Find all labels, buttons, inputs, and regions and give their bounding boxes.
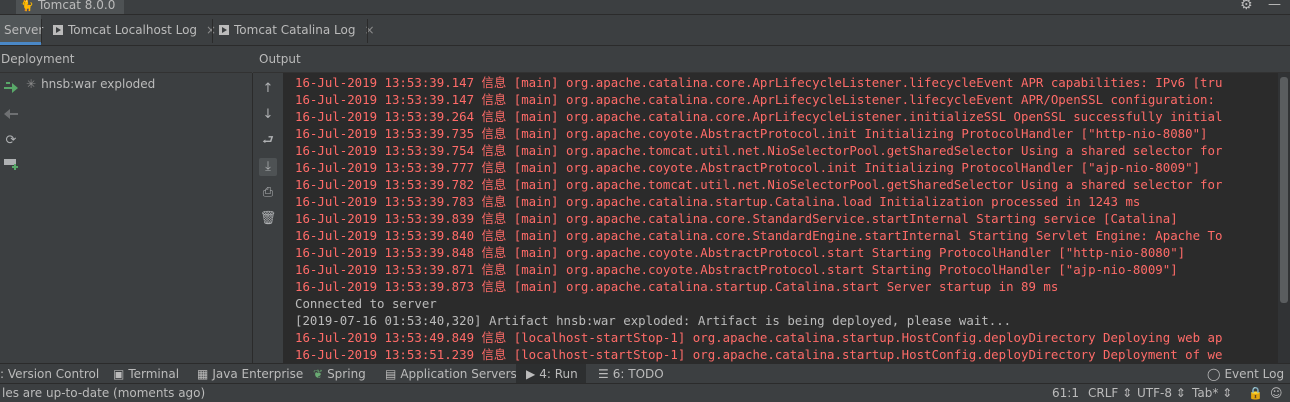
title-bar: 🐈 Tomcat 8.0.0 ⚙ —	[0, 0, 1290, 15]
run-tab-strip: Server Tomcat Localhost Log× Tomcat Cata…	[0, 15, 1290, 46]
tab-todo[interactable]: ☰ 6: TODO	[598, 364, 664, 384]
indent-setting[interactable]: Tab* ⇕	[1192, 384, 1232, 402]
deploy-all-icon[interactable]	[2, 80, 20, 98]
line-separator[interactable]: CRLF ⇕	[1088, 384, 1132, 402]
soft-wrap-icon[interactable]: ⮐	[259, 132, 277, 150]
tab-localhost-label: Tomcat Localhost Log	[68, 23, 198, 37]
status-message[interactable]: les are up-to-date (moments ago)	[2, 384, 205, 402]
tool-window-bar: : Version Control ▣ Terminal ▦ Java Enterp…	[0, 363, 1290, 384]
console-line: 16-Jul-2019 13:53:39.735 信息 [main] org.a…	[295, 126, 1208, 141]
deployment-header: Deployment	[0, 46, 252, 73]
output-header-label: Output	[259, 52, 301, 66]
console-line: 16-Jul-2019 13:53:39.147 信息 [main] org.a…	[295, 92, 1215, 107]
console-line: 16-Jul-2019 13:53:39.839 信息 [main] org.a…	[295, 211, 1178, 226]
tab-tomcat-catalina-log[interactable]: Tomcat Catalina Log ×	[219, 15, 375, 45]
tab-terminal-label: Terminal	[128, 367, 180, 381]
file-encoding[interactable]: UTF-8 ⇕	[1137, 384, 1186, 402]
output-header: Output	[253, 46, 1290, 73]
java-enterprise-icon: ▦	[197, 367, 209, 381]
lock-icon[interactable]: 🔒	[1248, 384, 1263, 402]
tab-java-enterprise[interactable]: ▦ Java Enterprise	[197, 364, 303, 384]
deployment-toolbar: ⟳	[0, 73, 22, 363]
deployment-panel: ✳ hnsb:war exploded	[22, 73, 253, 363]
tab-spring-label: Spring	[327, 367, 366, 381]
tab-divider	[212, 19, 213, 43]
scroll-down-icon[interactable]: ↓	[259, 106, 277, 124]
inspector-icon[interactable]: ☺	[1270, 384, 1283, 402]
server-icon: ▤	[385, 367, 397, 381]
console-line: 16-Jul-2019 13:53:49.849 信息 [localhost-s…	[295, 330, 1223, 345]
console-scrollbar[interactable]	[1278, 73, 1290, 363]
tomcat-icon: 🐈	[20, 0, 34, 12]
deploy-panel-icon[interactable]	[2, 156, 20, 174]
spring-icon: ❦	[313, 367, 324, 381]
console-line: 16-Jul-2019 13:53:39.147 信息 [main] org.a…	[295, 75, 1223, 90]
minimize-icon[interactable]: —	[1268, 0, 1281, 13]
run-icon: ▶	[526, 367, 536, 381]
tab-run-label: 4: Run	[539, 367, 578, 381]
scrollbar-thumb[interactable]	[1280, 77, 1288, 303]
deployment-header-label: Deployment	[1, 52, 75, 66]
tab-server[interactable]: Server	[0, 15, 44, 45]
undeploy-icon[interactable]	[2, 106, 20, 124]
console-line: 16-Jul-2019 13:53:51.239 信息 [localhost-s…	[295, 347, 1223, 362]
tab-terminal[interactable]: ▣ Terminal	[113, 364, 179, 384]
run-config-label: Tomcat 8.0.0	[38, 0, 116, 12]
event-log-icon: ◯	[1207, 367, 1221, 381]
scroll-up-icon[interactable]: ↑	[259, 80, 277, 98]
deployment-item-label: hnsb:war exploded	[41, 77, 156, 91]
console-line: 16-Jul-2019 13:53:39.873 信息 [main] org.a…	[295, 279, 1059, 294]
trash-icon[interactable]: 🗑	[259, 210, 277, 228]
tab-version-control[interactable]: : Version Control	[0, 364, 99, 384]
todo-list-icon: ☰	[598, 367, 609, 381]
tab-catalina-label: Tomcat Catalina Log	[234, 23, 356, 37]
console-line: 16-Jul-2019 13:53:39.840 信息 [main] org.a…	[295, 228, 1223, 243]
tab-run[interactable]: ▶ 4: Run	[516, 364, 586, 384]
refresh-icon[interactable]: ⟳	[2, 132, 20, 150]
tab-divider	[367, 19, 368, 43]
console-line: 16-Jul-2019 13:53:39.782 信息 [main] org.a…	[295, 177, 1223, 192]
log-icon	[219, 25, 229, 35]
console-line: 16-Jul-2019 13:53:39.754 信息 [main] org.a…	[295, 143, 1223, 158]
close-icon[interactable]: ×	[364, 23, 374, 37]
loading-spinner-icon: ✳	[26, 77, 37, 91]
tab-event-log[interactable]: ◯ Event Log	[1207, 364, 1284, 384]
tab-application-servers-label: Application Servers	[400, 367, 517, 381]
tab-java-enterprise-label: Java Enterprise	[212, 367, 304, 381]
tab-event-log-label: Event Log	[1224, 367, 1285, 381]
console-output[interactable]: 16-Jul-2019 13:53:39.147 信息 [main] org.a…	[284, 73, 1278, 363]
console-line: 16-Jul-2019 13:53:39.783 信息 [main] org.a…	[295, 194, 1141, 209]
tab-tomcat-localhost-log[interactable]: Tomcat Localhost Log×	[53, 15, 216, 45]
deployment-item[interactable]: ✳ hnsb:war exploded	[26, 75, 155, 93]
gear-icon[interactable]: ⚙	[1240, 0, 1253, 13]
terminal-icon: ▣	[113, 367, 125, 381]
log-icon	[53, 25, 63, 35]
console-line: 16-Jul-2019 13:53:39.264 信息 [main] org.a…	[295, 109, 1223, 124]
scroll-to-end-icon[interactable]: ⤓	[259, 158, 277, 176]
run-config-tab[interactable]: 🐈 Tomcat 8.0.0	[16, 0, 124, 14]
console-line: 16-Jul-2019 13:53:39.777 信息 [main] org.a…	[295, 160, 1201, 175]
console-line: 16-Jul-2019 13:53:39.871 信息 [main] org.a…	[295, 262, 1178, 277]
tab-application-servers[interactable]: ▤ Application Servers	[385, 364, 517, 384]
status-bar: les are up-to-date (moments ago) 61:1 CR…	[0, 383, 1290, 402]
console-line: [2019-07-16 01:53:40,320] Artifact hnsb:…	[295, 313, 1012, 328]
tab-server-label: Server	[4, 23, 44, 37]
caret-position[interactable]: 61:1	[1052, 384, 1079, 402]
tab-version-control-label: : Version Control	[0, 367, 100, 381]
tab-todo-label: 6: TODO	[612, 367, 664, 381]
print-icon[interactable]: ⎙	[259, 184, 277, 202]
output-toolbar: ↑ ↓ ⮐ ⤓ ⎙ 🗑	[253, 73, 284, 363]
tab-spring[interactable]: ❦ Spring	[313, 364, 366, 384]
console-line: Connected to server	[295, 296, 437, 311]
tab-divider	[41, 19, 42, 43]
console-line: 16-Jul-2019 13:53:39.848 信息 [main] org.a…	[295, 245, 1186, 260]
